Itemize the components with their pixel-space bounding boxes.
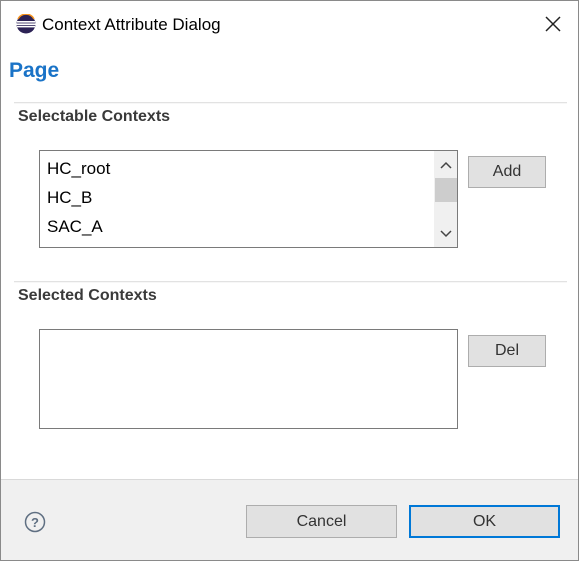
selectable-contexts-label: Selectable Contexts (18, 108, 171, 125)
ok-button[interactable]: OK (409, 505, 560, 538)
list-item[interactable]: HC_B (47, 188, 92, 208)
chevron-down-icon[interactable] (439, 229, 453, 239)
selectable-contexts-list[interactable]: HC_root HC_B SAC_A (39, 150, 458, 248)
dialog-window: Context Attribute Dialog Page Selectable… (0, 0, 579, 561)
scrollbar-thumb[interactable] (435, 178, 457, 202)
vertical-scrollbar[interactable] (434, 151, 457, 247)
list-item[interactable]: SAC_A (47, 217, 103, 237)
chevron-up-icon[interactable] (439, 160, 453, 170)
del-button[interactable]: Del (468, 335, 546, 367)
close-icon[interactable] (542, 13, 564, 35)
section-separator (14, 281, 567, 282)
dialog-footer: ? Cancel OK (1, 479, 578, 560)
list-item[interactable]: HC_root (47, 159, 110, 179)
eclipse-icon (16, 14, 36, 34)
section-separator (14, 102, 567, 103)
svg-text:?: ? (31, 515, 39, 530)
title-bar[interactable]: Context Attribute Dialog (1, 1, 578, 47)
cancel-button[interactable]: Cancel (246, 505, 397, 538)
selected-contexts-label: Selected Contexts (18, 287, 157, 304)
add-button[interactable]: Add (468, 156, 546, 188)
selected-contexts-list[interactable] (39, 329, 458, 429)
page-heading: Page (9, 59, 60, 82)
help-icon[interactable]: ? (24, 511, 46, 533)
window-title: Context Attribute Dialog (42, 15, 221, 34)
